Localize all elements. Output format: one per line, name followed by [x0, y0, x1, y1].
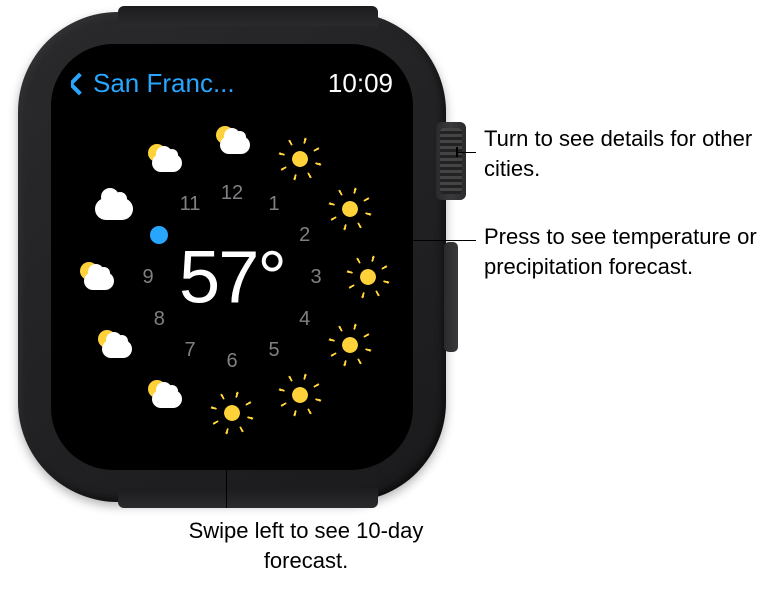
- sun-icon: [212, 393, 252, 433]
- back-button[interactable]: San Franc...: [71, 68, 235, 99]
- hourly-weather-dial[interactable]: 57° 12 12 3 45678 9 11: [72, 117, 392, 437]
- hour-number: 1: [260, 190, 288, 218]
- hour-number: 12: [218, 179, 246, 207]
- callout-crown: Turn to see details for other cities.: [484, 124, 754, 183]
- current-temperature: 57°: [179, 235, 285, 320]
- hour-number: 9: [134, 263, 162, 291]
- digital-crown[interactable]: [436, 122, 466, 200]
- hour-number: 5: [260, 336, 288, 364]
- city-title: San Franc...: [93, 68, 235, 99]
- partly-icon: [144, 375, 184, 415]
- watch-case: San Franc... 10:09 57° 12 12 3 45678 9 11: [18, 12, 446, 502]
- watch-band-bottom: [118, 488, 378, 508]
- callout-swipe: Swipe left to see 10-day forecast.: [176, 516, 436, 575]
- partly-icon: [212, 121, 252, 161]
- callout-leader-cap: [220, 468, 232, 469]
- hour-number: 6: [218, 347, 246, 375]
- sun-icon: [330, 325, 370, 365]
- sun-icon: [280, 375, 320, 415]
- side-button[interactable]: [444, 242, 458, 352]
- current-hour-marker: [150, 226, 168, 244]
- hour-number: 11: [176, 190, 204, 218]
- cloud-icon: [94, 189, 134, 229]
- hour-number: 4: [291, 305, 319, 333]
- callout-leader: [456, 152, 476, 153]
- chevron-left-icon: [71, 72, 90, 95]
- callout-leader-cap: [350, 235, 352, 245]
- callout-leader: [226, 468, 227, 508]
- hour-number: 7: [176, 336, 204, 364]
- sun-icon: [348, 257, 388, 297]
- watch-band-top: [118, 6, 378, 26]
- callout-leader: [350, 240, 476, 241]
- hour-number: 8: [145, 305, 173, 333]
- status-bar: San Franc... 10:09: [71, 68, 393, 99]
- sun-icon: [280, 139, 320, 179]
- callout-face: Press to see temperature or precipitatio…: [484, 222, 764, 281]
- partly-icon: [76, 257, 116, 297]
- watch-screen[interactable]: San Franc... 10:09 57° 12 12 3 45678 9 11: [51, 44, 413, 470]
- callout-leader-cap: [456, 147, 458, 157]
- sun-icon: [330, 189, 370, 229]
- partly-icon: [94, 325, 134, 365]
- partly-icon: [144, 139, 184, 179]
- hour-number: 2: [291, 221, 319, 249]
- clock-time: 10:09: [328, 68, 393, 99]
- hour-number: 3: [302, 263, 330, 291]
